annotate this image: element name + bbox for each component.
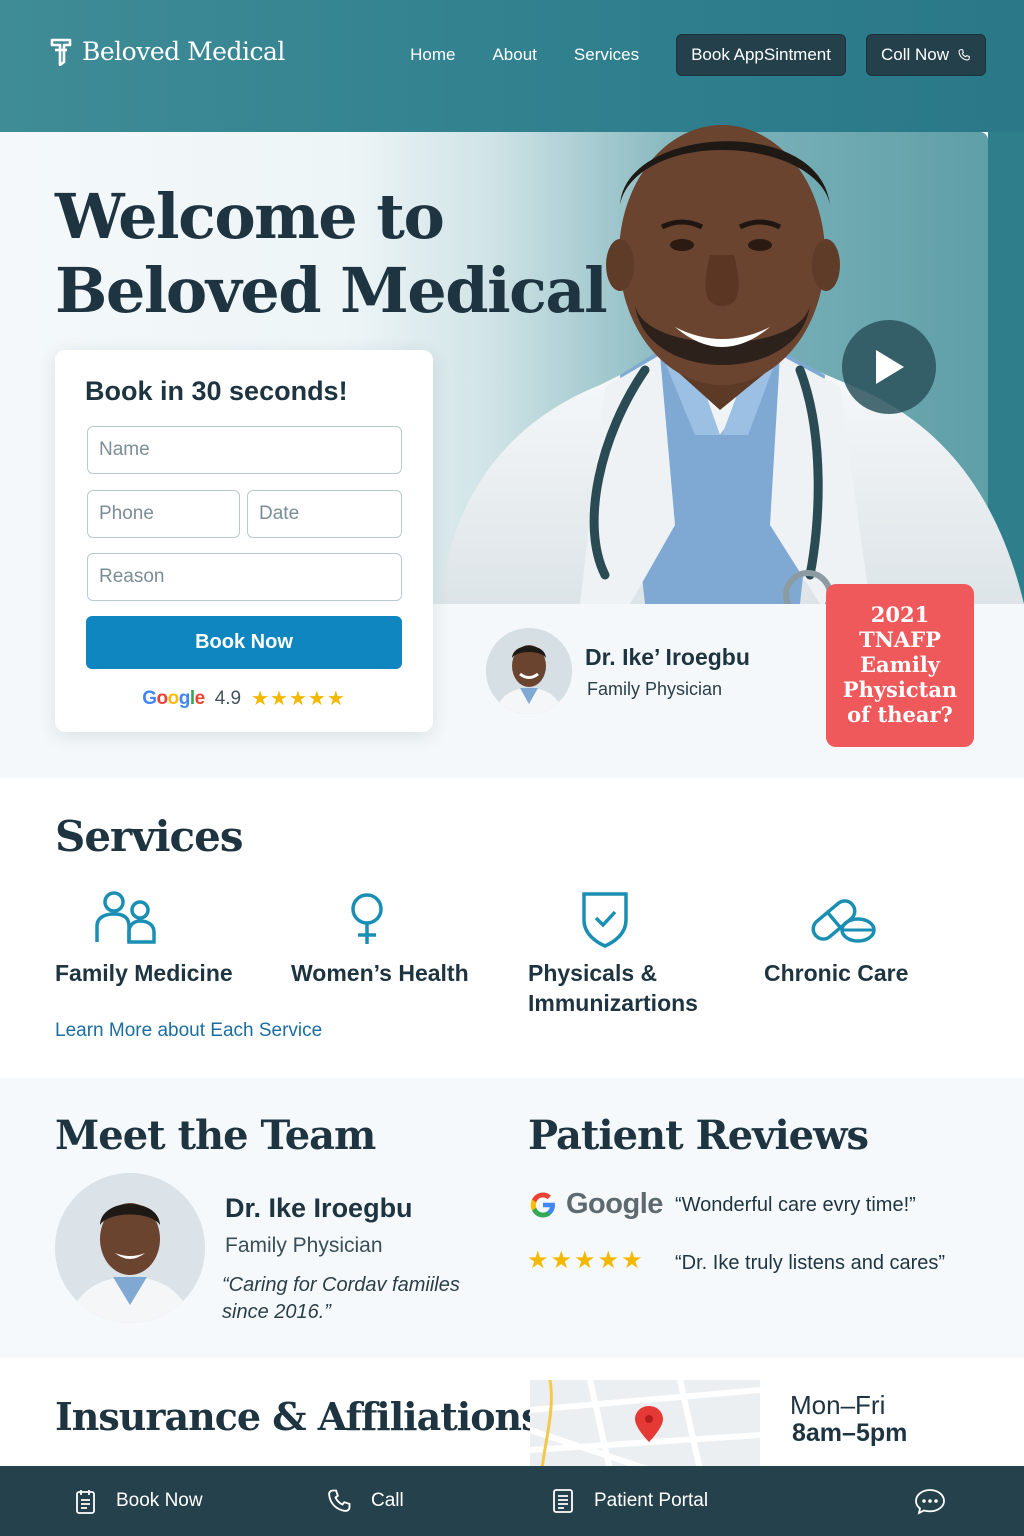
book-appointment-button[interactable]: Book AppSintment [676, 34, 846, 76]
bottom-patient-portal[interactable]: Patient Portal [552, 1466, 708, 1536]
pill-icon [811, 899, 876, 943]
booking-form-card: Book in 30 seconds! Book Now Google 4.9 … [55, 350, 433, 732]
learn-more-link[interactable]: Learn More about Each Service [55, 1020, 322, 1042]
service-chronic-care[interactable]: Chronic Care [764, 958, 908, 988]
calendar-form-icon [76, 1490, 95, 1514]
bottom-call[interactable]: Call [325, 1466, 404, 1536]
team-member-photo [55, 1173, 205, 1323]
bottom-portal-label: Patient Portal [594, 1490, 709, 1511]
service-physicals-line-2: Immunizartions [528, 990, 698, 1016]
reviews-heading: Patient Reviews [528, 1112, 869, 1159]
hero-title: Welcome to Beloved Medical [55, 180, 608, 328]
bottom-action-bar: Book Now Call Patient Portal [0, 1466, 1024, 1536]
phone-icon [958, 49, 970, 61]
doctor-avatar [486, 628, 572, 714]
team-heading: Meet the Team [55, 1112, 376, 1159]
main-nav: Home About Services Book AppSintment Col… [410, 34, 986, 76]
doctor-role: Family Physician [587, 679, 723, 699]
google-reviews-logo: Google [528, 1188, 663, 1221]
call-now-label: Coll Now [880, 45, 949, 64]
insurance-heading: Insurance & Affiliations [55, 1394, 543, 1439]
brand-logo[interactable]: Beloved Medical [48, 36, 285, 66]
review-stars: ★★★★★ [527, 1247, 645, 1274]
google-rating: Google 4.9 ★★★★★ [55, 686, 433, 711]
family-icon [95, 891, 156, 944]
rating-value: 4.9 [214, 687, 242, 709]
book-now-button[interactable]: Book Now [86, 616, 402, 669]
services-heading: Services [55, 812, 243, 861]
google-wordmark: Google [142, 687, 205, 709]
google-g-icon [530, 1192, 555, 1217]
service-womens-health[interactable]: Women’s Health [291, 958, 469, 988]
date-input[interactable] [247, 490, 402, 538]
team-member-role: Family Physician [225, 1234, 383, 1257]
bottom-book-label: Book Now [116, 1490, 203, 1511]
chat-button[interactable] [914, 1466, 964, 1536]
play-icon [876, 350, 904, 384]
reason-input[interactable] [87, 553, 402, 601]
doctor-avatar-image [486, 628, 572, 714]
bottom-call-label: Call [371, 1490, 404, 1511]
service-family-medicine[interactable]: Family Medicine [55, 958, 233, 988]
phone-icon [328, 1489, 351, 1512]
award-line-3: Eamily [860, 652, 940, 677]
award-badge: 2021 TNAFP Eamily Physictan of thear? [826, 584, 974, 747]
shield-check-icon [582, 892, 628, 948]
hero-title-line-1: Welcome to [55, 180, 445, 253]
review-quote-1: “Wonderful care evry time!” [675, 1194, 916, 1216]
doctor-name: Dr. Ike’ Iroegbu [585, 644, 750, 670]
nav-about[interactable]: About [492, 34, 536, 76]
name-input[interactable] [87, 426, 402, 474]
call-now-button[interactable]: Coll Now [865, 34, 986, 76]
award-line-5: of thear? [847, 702, 953, 727]
play-video-button[interactable] [842, 320, 936, 414]
service-physicals[interactable]: Physicals & Immunizartions [528, 958, 698, 1018]
map-image [530, 1380, 760, 1470]
chat-bubble-icon [915, 1489, 945, 1515]
brand-name: Beloved Medical [82, 36, 285, 66]
document-icon [553, 1489, 573, 1513]
award-year: 2021 [870, 602, 930, 627]
medical-logo-icon [50, 38, 72, 66]
rating-stars: ★★★★★ [251, 688, 346, 710]
book-appointment-label: Book AppSintment [691, 45, 831, 64]
female-symbol-icon [351, 893, 383, 944]
team-member-image [55, 1173, 205, 1323]
booking-title: Book in 30 seconds! [85, 376, 348, 406]
award-org: TNAFP [859, 627, 941, 652]
office-hours: 8am–5pm [792, 1419, 908, 1447]
location-map[interactable] [530, 1380, 760, 1470]
nav-services[interactable]: Services [574, 34, 639, 76]
team-member-name: Dr. Ike Iroegbu [225, 1193, 413, 1223]
google-reviews-wordmark: Google [566, 1188, 663, 1220]
award-line-4: Physictan [842, 677, 958, 702]
nav-home[interactable]: Home [410, 34, 455, 76]
phone-input[interactable] [87, 490, 240, 538]
hero-title-line-2: Beloved Medical [55, 254, 608, 327]
review-quote-2: “Dr. Ike truly listens and cares” [675, 1252, 946, 1274]
bottom-book-now[interactable]: Book Now [74, 1466, 203, 1536]
office-days: Mon–Fri [790, 1390, 886, 1420]
team-member-quote: “Caring for Cordav famiiles since 2016.” [222, 1274, 460, 1323]
service-physicals-line-1: Physicals & [528, 960, 658, 986]
